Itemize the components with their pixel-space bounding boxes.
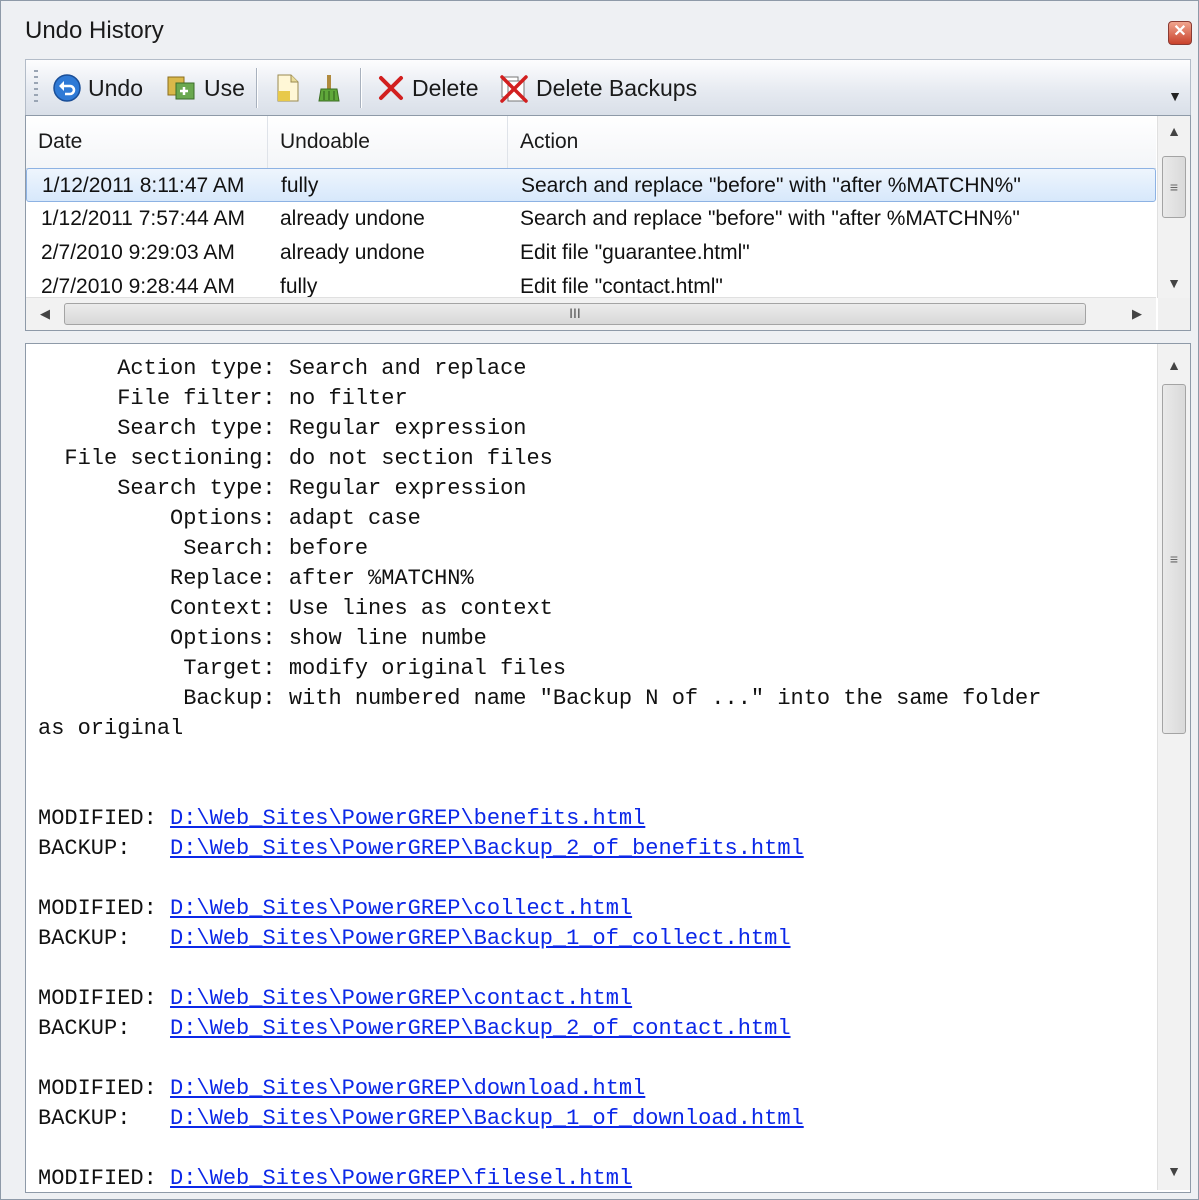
broom-icon — [318, 75, 340, 102]
use-button[interactable]: Use — [166, 70, 245, 106]
column-header-date[interactable]: Date — [26, 116, 268, 168]
list-vscroll-thumb[interactable]: ≡ — [1162, 156, 1186, 218]
modified-label: MODIFIED: — [38, 1076, 171, 1101]
modified-file-link[interactable]: D:\Web_Sites\PowerGREP\filesel.html — [170, 1166, 632, 1191]
list-horizontal-scrollbar[interactable]: ◀ III ▶ — [26, 297, 1156, 330]
delete-backups-icon — [500, 75, 528, 103]
backup-file-link[interactable]: D:\Web_Sites\PowerGREP\Backup_2_of_benef… — [170, 836, 804, 861]
modified-label: MODIFIED: — [38, 1166, 171, 1191]
row-date: 2/7/2010 9:29:03 AM — [41, 241, 235, 264]
document-icon — [277, 74, 299, 102]
backup-file-link[interactable]: D:\Web_Sites\PowerGREP\Backup_1_of_downl… — [170, 1106, 804, 1131]
toolbar-overflow-chevron-icon[interactable]: ▼ — [1168, 88, 1182, 104]
delete-backups-button[interactable]: Delete Backups — [498, 70, 697, 106]
table-row[interactable]: 1/12/2011 8:11:47 AM fully Search and re… — [26, 168, 1156, 202]
detail-line: Target: modify original files — [38, 656, 567, 681]
undo-history-list[interactable]: Date Undoable Action 1/12/2011 8:11:47 A… — [25, 115, 1191, 331]
modified-file-link[interactable]: D:\Web_Sites\PowerGREP\collect.html — [170, 896, 632, 921]
scroll-grip-icon: ≡ — [1169, 179, 1179, 195]
backup-label: BACKUP: — [38, 926, 171, 951]
details-vscroll-thumb[interactable]: ≡ — [1162, 384, 1186, 734]
scroll-down-arrow-icon[interactable]: ▼ — [1158, 1156, 1190, 1186]
scroll-left-arrow-icon[interactable]: ◀ — [30, 298, 60, 330]
table-row[interactable]: 1/12/2011 7:57:44 AM already undone Sear… — [26, 202, 1156, 236]
detail-line: Context: Use lines as context — [38, 596, 553, 621]
toolbar-separator — [360, 68, 361, 108]
row-undoable: already undone — [280, 207, 425, 230]
toolbar-separator — [256, 68, 257, 108]
undo-label: Undo — [88, 74, 143, 101]
undo-history-window: Undo History ✕ Undo Use Delete Delete Ba… — [0, 0, 1199, 1200]
view-file-button[interactable] — [274, 70, 308, 106]
detail-line: Backup: with numbered name "Backup N of … — [38, 686, 1042, 711]
backup-file-link[interactable]: D:\Web_Sites\PowerGREP\Backup_2_of_conta… — [170, 1016, 791, 1041]
toolbar-grip[interactable] — [34, 70, 38, 106]
modified-label: MODIFIED: — [38, 806, 171, 831]
delete-x-icon — [379, 76, 403, 100]
use-label: Use — [204, 74, 245, 101]
undo-icon — [53, 74, 81, 102]
scroll-up-arrow-icon[interactable]: ▲ — [1158, 350, 1190, 380]
list-header: Date Undoable Action — [26, 116, 1156, 169]
backup-label: BACKUP: — [38, 1106, 171, 1131]
list-hscroll-thumb[interactable]: III — [64, 303, 1086, 325]
list-vertical-scrollbar[interactable]: ▲ ≡ ▼ — [1157, 116, 1190, 298]
undo-details-pane[interactable]: Action type: Search and replace File fil… — [25, 343, 1191, 1193]
delete-backups-label: Delete Backups — [536, 74, 698, 101]
modified-file-link[interactable]: D:\Web_Sites\PowerGREP\benefits.html — [170, 806, 645, 831]
row-undoable: fully — [281, 174, 319, 197]
detail-line: Search type: Regular expression — [38, 416, 527, 441]
detail-line: File filter: no filter — [38, 386, 408, 411]
modified-file-link[interactable]: D:\Web_Sites\PowerGREP\contact.html — [170, 986, 632, 1011]
detail-line: as original — [38, 716, 184, 741]
use-backup-icon — [167, 76, 195, 100]
modified-label: MODIFIED: — [38, 986, 171, 1011]
backup-file-link[interactable]: D:\Web_Sites\PowerGREP\Backup_1_of_colle… — [170, 926, 791, 951]
delete-label: Delete — [412, 74, 479, 101]
column-header-undoable[interactable]: Undoable — [268, 116, 508, 168]
undo-details-text: Action type: Search and replace File fil… — [38, 354, 1148, 1192]
table-row[interactable]: 2/7/2010 9:29:03 AM already undone Edit … — [26, 236, 1156, 270]
undo-button[interactable]: Undo — [52, 70, 143, 106]
modified-file-link[interactable]: D:\Web_Sites\PowerGREP\download.html — [170, 1076, 645, 1101]
details-vertical-scrollbar[interactable]: ▲ ≡ ▼ — [1157, 344, 1190, 1190]
backup-label: BACKUP: — [38, 1016, 171, 1041]
scroll-up-arrow-icon[interactable]: ▲ — [1158, 116, 1190, 146]
scroll-grip-icon: ≡ — [1169, 551, 1179, 567]
list-rows: 1/12/2011 8:11:47 AM fully Search and re… — [26, 168, 1156, 304]
scroll-right-arrow-icon[interactable]: ▶ — [1122, 298, 1152, 330]
clean-button[interactable] — [316, 70, 348, 106]
window-title: Undo History — [25, 17, 164, 44]
detail-line: File sectioning: do not section files — [38, 446, 553, 471]
row-action: Search and replace "before" with "after … — [520, 207, 1020, 230]
detail-line: Replace: after %MATCHN% — [38, 566, 474, 591]
detail-line: Options: show line numbe — [38, 626, 487, 651]
row-action: Search and replace "before" with "after … — [521, 174, 1021, 197]
title-bar[interactable]: Undo History ✕ — [1, 1, 1198, 57]
row-undoable: already undone — [280, 241, 425, 264]
column-header-action[interactable]: Action — [508, 116, 1156, 168]
toolbar: Undo Use Delete Delete Backups ▼ — [25, 59, 1191, 116]
close-icon: ✕ — [1173, 23, 1187, 40]
close-button[interactable]: ✕ — [1168, 21, 1192, 45]
modified-label: MODIFIED: — [38, 896, 171, 921]
scrollbar-corner — [1158, 298, 1190, 330]
scroll-down-arrow-icon[interactable]: ▼ — [1158, 268, 1190, 298]
detail-line: Action type: Search and replace — [38, 356, 527, 381]
detail-line: Search type: Regular expression — [38, 476, 527, 501]
row-action: Edit file "guarantee.html" — [520, 241, 750, 264]
backup-label: BACKUP: — [38, 836, 171, 861]
detail-line: Search: before — [38, 536, 369, 561]
scroll-grip-icon: III — [569, 305, 581, 321]
row-date: 1/12/2011 8:11:47 AM — [42, 174, 245, 197]
delete-button[interactable]: Delete — [376, 70, 478, 106]
detail-line: Options: adapt case — [38, 506, 421, 531]
row-date: 1/12/2011 7:57:44 AM — [41, 207, 245, 230]
